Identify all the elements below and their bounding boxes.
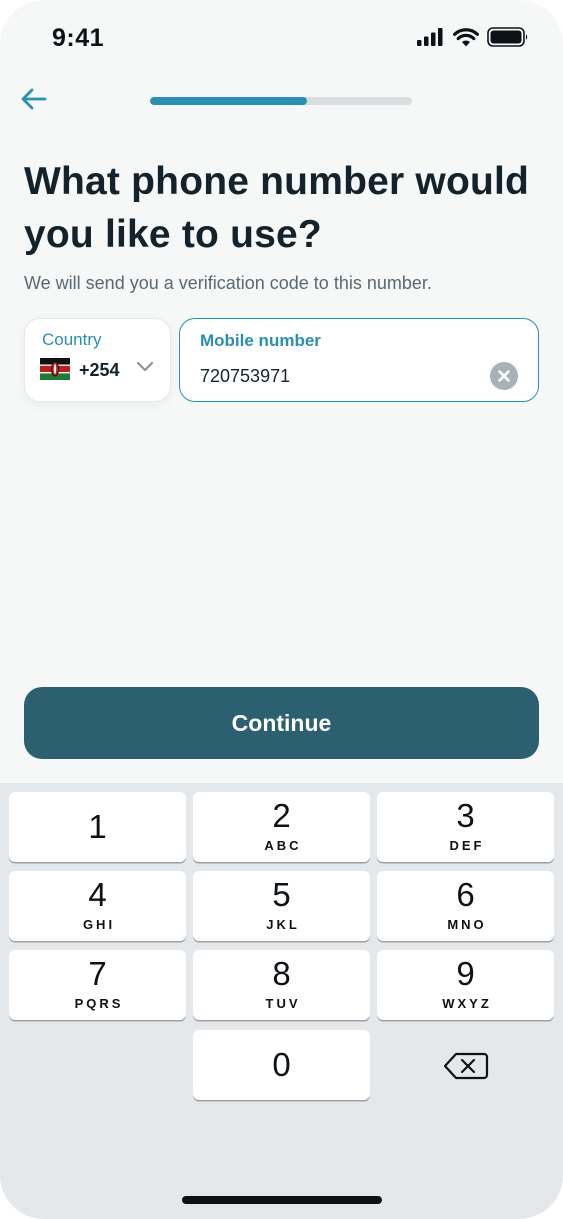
key-digit: 8 xyxy=(272,955,291,992)
key-1[interactable]: 1 xyxy=(9,792,186,862)
key-letters: TUV xyxy=(265,996,301,1011)
status-icons xyxy=(417,27,529,47)
key-digit: 5 xyxy=(272,876,291,913)
backspace-icon[interactable] xyxy=(438,1048,492,1084)
key-digit: 6 xyxy=(456,876,475,913)
clear-icon[interactable] xyxy=(490,362,518,390)
key-5[interactable]: 5 JKL xyxy=(193,871,370,941)
key-letters: PQRS xyxy=(74,996,124,1011)
battery-icon xyxy=(487,27,528,47)
key-letters: JKL xyxy=(266,917,300,932)
key-letters: MNO xyxy=(447,917,487,932)
key-digit: 9 xyxy=(456,955,475,992)
country-selector[interactable]: Country +254 xyxy=(24,318,171,402)
mobile-number-field[interactable]: Mobile number xyxy=(179,318,539,402)
key-letters: DEF xyxy=(449,838,485,853)
key-3[interactable]: 3 DEF xyxy=(377,792,554,862)
wifi-icon xyxy=(453,27,479,46)
home-indicator xyxy=(182,1196,382,1204)
key-0[interactable]: 0 xyxy=(193,1030,370,1100)
key-8[interactable]: 8 TUV xyxy=(193,950,370,1020)
page-subtitle: We will send you a verification code to … xyxy=(24,273,432,293)
numeric-keypad: 1 2 ABC 3 DEF 4 GHI 5 JKL 6 MNO 7 PQRS 8… xyxy=(0,783,563,1219)
chevron-down-icon xyxy=(136,361,154,372)
back-arrow-icon[interactable] xyxy=(18,84,48,114)
key-4[interactable]: 4 GHI xyxy=(9,871,186,941)
progress-bar xyxy=(150,97,412,105)
key-digit: 4 xyxy=(88,876,107,913)
dial-code: +254 xyxy=(79,360,120,380)
phone-screen: 9:41 What phone number would you like to… xyxy=(0,0,563,1219)
key-9[interactable]: 9 WXYZ xyxy=(377,950,554,1020)
cellular-signal-icon xyxy=(417,28,443,46)
country-label: Country xyxy=(42,330,102,349)
key-2[interactable]: 2 ABC xyxy=(193,792,370,862)
key-digit: 3 xyxy=(456,797,475,834)
page-title: What phone number would you like to use? xyxy=(24,160,530,256)
key-letters: GHI xyxy=(82,917,116,932)
mobile-number-label: Mobile number xyxy=(200,331,321,350)
key-digit: 2 xyxy=(272,797,291,834)
key-digit: 0 xyxy=(272,1046,291,1083)
progress-fill xyxy=(150,97,308,105)
key-digit: 7 xyxy=(88,955,107,992)
continue-button[interactable]: Continue xyxy=(24,687,539,759)
key-7[interactable]: 7 PQRS xyxy=(9,950,186,1020)
key-6[interactable]: 6 MNO xyxy=(377,871,554,941)
status-time: 9:41 xyxy=(52,24,105,52)
mobile-number-input[interactable] xyxy=(200,363,470,389)
key-letters: ABC xyxy=(264,838,302,853)
key-letters: WXYZ xyxy=(442,996,492,1011)
key-digit: 1 xyxy=(88,808,107,845)
kenya-flag-icon xyxy=(40,358,70,380)
